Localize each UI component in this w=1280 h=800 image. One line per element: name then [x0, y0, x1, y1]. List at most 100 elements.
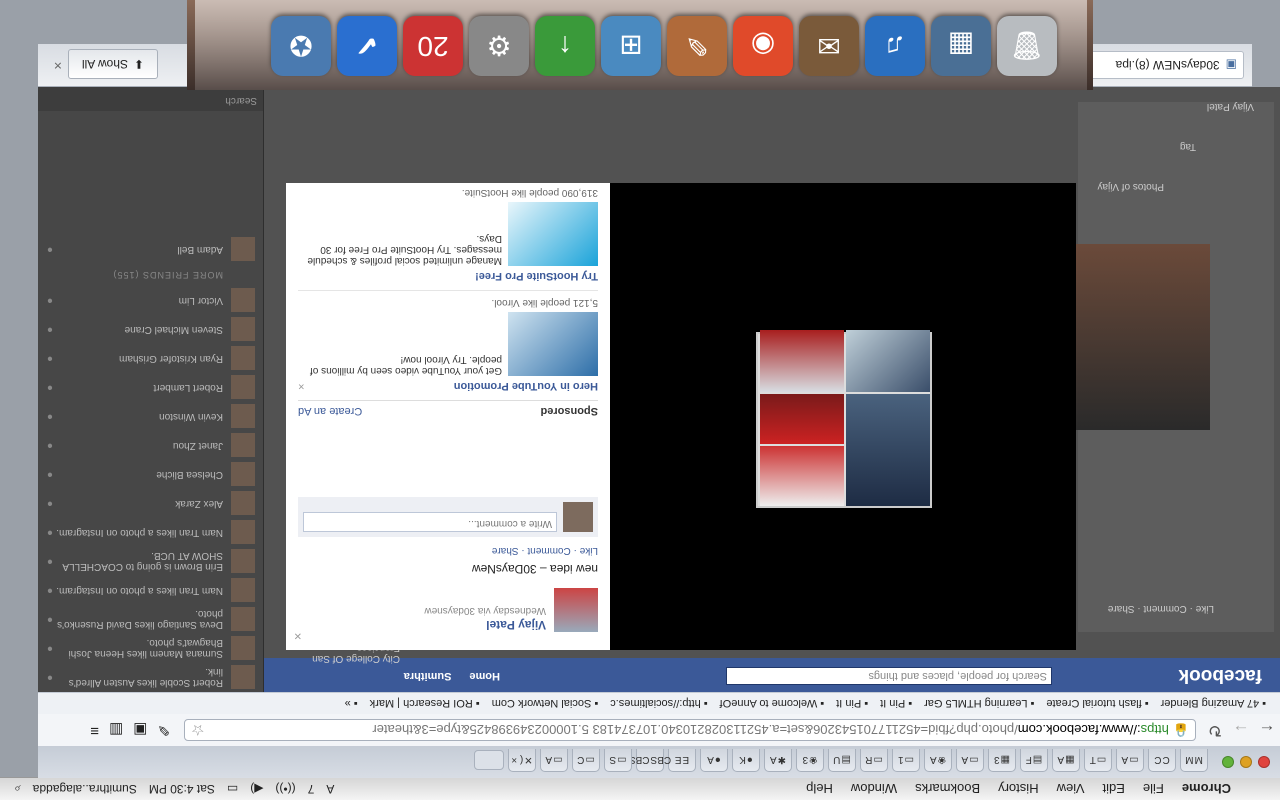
ad-image[interactable] — [508, 202, 598, 266]
browser-tab[interactable]: ▦ A — [1052, 749, 1080, 772]
browser-tab[interactable]: ▭ S — [604, 749, 632, 772]
new-tab-button[interactable] — [474, 750, 504, 770]
nav-home[interactable]: Home — [469, 670, 500, 682]
browser-tab[interactable]: CBS CBS — [629, 749, 671, 772]
browser-tab[interactable]: ✕( × — [508, 749, 536, 772]
browser-tab[interactable]: ▭ R — [860, 749, 888, 772]
bookmark-item[interactable]: ▪ Social Network Com — [488, 698, 603, 710]
bookmark-item[interactable]: ▪ Pin It — [876, 698, 916, 710]
bg-tag-button[interactable]: Tag — [1180, 141, 1196, 152]
menu-chrome[interactable]: Chrome — [1173, 782, 1240, 797]
chat-list-item[interactable]: Adam Bell ● — [38, 235, 263, 264]
bookmark-item[interactable]: ▪ flash tutorial Create — [1042, 698, 1152, 710]
reload-icon[interactable]: ↻ — [1202, 720, 1228, 740]
chat-list-item[interactable]: Nam Tran likes a photo on Instagram. ● — [38, 576, 263, 605]
star-icon[interactable]: ☆ — [191, 721, 204, 739]
chat-list-item[interactable]: Steven Michael Crane ● — [38, 315, 263, 344]
zoom-window-button[interactable] — [1222, 756, 1234, 768]
xcode-icon[interactable]: ✪ — [271, 16, 331, 76]
browser-tab[interactable]: ▭ T — [1084, 749, 1112, 772]
menu-icon[interactable]: ≡ — [90, 721, 99, 739]
menu-help[interactable]: Help — [797, 782, 842, 797]
browser-tab[interactable]: ▭ C — [572, 749, 600, 772]
facebook-search-input[interactable]: Search for people, places and things — [726, 667, 1052, 685]
settings-icon[interactable]: ⚙ — [469, 16, 529, 76]
mail-icon[interactable]: ✉ — [799, 16, 859, 76]
bookmark-item[interactable]: ▪ 47 Amazing Blender — [1157, 698, 1270, 710]
poster-name[interactable]: Vijay Patel — [424, 618, 546, 632]
browser-tab[interactable]: MM — [1180, 749, 1208, 772]
user-name[interactable]: Sumithra..alagadda — [33, 782, 137, 796]
browser-tab[interactable]: ▭ A — [540, 749, 568, 772]
create-ad-link[interactable]: Create an Ad — [298, 405, 362, 417]
browser-tab[interactable]: ▤ U — [828, 749, 856, 772]
browser-tab[interactable]: EE — [668, 749, 696, 772]
chat-list-item[interactable]: Deva Santiago likes David Rusenko's phot… — [38, 605, 263, 634]
browser-tab[interactable]: ✱ A — [764, 749, 792, 772]
chat-list-item[interactable]: Robert Scoble likes Austen Allred's link… — [38, 663, 263, 692]
address-bar[interactable]: 🔒 https ://www.facebook.com /photo.php?f… — [184, 719, 1196, 741]
chat-list-item[interactable]: Kevin Winston ● — [38, 402, 263, 431]
browser-tab[interactable]: ❀ 3 — [796, 749, 824, 772]
wifi-icon[interactable]: ((•)) — [275, 782, 295, 796]
post-actions[interactable]: Like · Comment · Share — [298, 545, 598, 556]
bookmark-item[interactable]: ▪» — [341, 698, 362, 710]
browser-tab[interactable]: ▤ F — [1020, 749, 1048, 772]
nav-profile[interactable]: Sumithra — [404, 670, 452, 682]
trash-icon[interactable]: 🗑 — [997, 16, 1057, 76]
chat-list-item[interactable]: Ryan Kristofer Grisham ● — [38, 344, 263, 373]
chat-list-item[interactable]: Chelsea Bliche ● — [38, 460, 263, 489]
upload-icon[interactable]: ↑ — [535, 16, 595, 76]
menu-file[interactable]: File — [1134, 782, 1173, 797]
battery-icon[interactable]: ▭ — [227, 782, 238, 796]
ad-image[interactable] — [508, 312, 598, 376]
input-lang-icon[interactable]: A — [326, 782, 334, 796]
avatar[interactable] — [554, 588, 598, 632]
chat-list-item[interactable]: Nam Tran likes a photo on Instagram. ● — [38, 518, 263, 547]
facebook-logo[interactable]: facebook — [1179, 664, 1262, 686]
close-icon[interactable]: × — [294, 629, 302, 644]
ad-title[interactable]: Hero in YouTube Promotion — [454, 380, 598, 392]
photo-collage[interactable] — [756, 330, 932, 508]
forward-arrow-icon[interactable]: → — [1228, 720, 1254, 740]
volume-icon[interactable]: ◀) — [250, 782, 263, 796]
chat-list-item[interactable]: Victor Lim ● — [38, 286, 263, 315]
chat-list-item[interactable]: Janet Zhou ● — [38, 431, 263, 460]
extension-icon[interactable]: ✎ — [157, 721, 170, 739]
browser-tab[interactable]: ▦ 3 — [988, 749, 1016, 772]
chat-search-input[interactable]: Search — [38, 87, 263, 111]
menu-view[interactable]: View — [1048, 782, 1094, 797]
screen-icon[interactable]: ▦ — [931, 16, 991, 76]
ad-virool[interactable]: Hero in YouTube Promotion × Get your You… — [298, 290, 598, 392]
chat-list-item[interactable]: Erin Brown is going to COACHELLA SHOW AT… — [38, 547, 263, 576]
bookmark-item[interactable]: ▪ Pin It — [832, 698, 872, 710]
monitor-icon[interactable]: ▥ — [109, 721, 123, 739]
spotlight-icon[interactable]: ⌕ — [14, 782, 21, 797]
app-store-icon[interactable]: ✔ — [337, 16, 397, 76]
browser-tab[interactable]: ❀ A — [924, 749, 952, 772]
chat-list-item[interactable]: Sumana Manem likes Heena Joshi Bhagwat's… — [38, 634, 263, 663]
browser-tab[interactable]: ▭ A — [956, 749, 984, 772]
chat-list-item[interactable]: Alex Zarak ● — [38, 489, 263, 518]
windows-icon[interactable]: ⊞ — [601, 16, 661, 76]
show-all-button[interactable]: ⬇ Show All — [68, 49, 158, 79]
close-icon[interactable]: × — [298, 380, 304, 392]
bookmark-item[interactable]: ▪ ROI Research | Mark — [366, 698, 484, 710]
textedit-icon[interactable]: ✎ — [667, 16, 727, 76]
minimize-window-button[interactable] — [1240, 756, 1252, 768]
itunes-icon[interactable]: ♫ — [865, 16, 925, 76]
calendar-icon[interactable]: 20 — [403, 16, 463, 76]
bookmark-item[interactable]: ▪ http://socialtimes.c — [606, 698, 711, 710]
close-icon[interactable]: × — [54, 58, 62, 74]
browser-tab[interactable]: ● A — [700, 749, 728, 772]
menu-window[interactable]: Window — [842, 782, 906, 797]
clock[interactable]: Sat 4:30 PM — [149, 782, 215, 796]
film-icon[interactable]: ▣ — [133, 721, 147, 739]
menu-bookmarks[interactable]: Bookmarks — [906, 782, 989, 797]
ad-hootsuite[interactable]: Try HootSuite Pro Free! Manage unlimited… — [298, 181, 598, 282]
back-arrow-icon[interactable]: ← — [1254, 720, 1280, 740]
comment-input[interactable]: Write a comment... — [303, 512, 557, 532]
bookmark-item[interactable]: ▪ Welcome to AnneOf — [716, 698, 829, 710]
browser-tab[interactable]: ▭ 1 — [892, 749, 920, 772]
browser-tab[interactable]: ▭ A — [1116, 749, 1144, 772]
